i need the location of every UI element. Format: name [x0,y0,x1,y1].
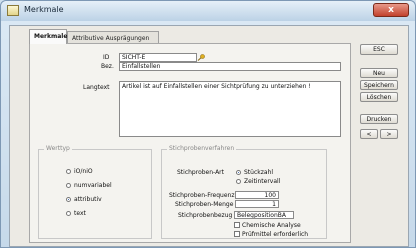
esc-button[interactable]: ESC [360,44,398,55]
option-text-label: text [74,210,86,217]
art-label: Stichproben-Art [177,169,225,176]
check-pruefmittel[interactable] [234,231,240,237]
radio-numvariabel[interactable] [66,183,71,188]
save-button[interactable]: Speichern [360,80,398,90]
werttyp-title: Werttyp [44,145,72,152]
stichprobe-title: Stichprobenverfahren [167,145,237,152]
print-button[interactable]: Drucken [360,114,398,124]
window-title: Merkmale [24,5,64,14]
frequenz-label: Stichproben-Frequenz [169,192,235,199]
option-attributiv-label: attributiv [74,196,102,203]
bez-label: Bez. [101,63,114,70]
langtext-field[interactable]: Artikel ist auf Einfallstellen einer Sic… [119,81,341,137]
option-stueckzahl-label: Stückzahl [244,169,274,176]
delete-button[interactable]: Löschen [360,92,398,102]
id-field[interactable]: SICHT-E [119,53,197,62]
new-button[interactable]: Neu [360,68,398,78]
option-io-nio-label: iO/niO [74,168,93,175]
menge-label: Stichproben-Menge [175,201,234,208]
werttyp-group [38,149,152,239]
option-zeitintervall-label: Zeitintervall [244,178,281,185]
check-chemische-analyse-label: Chemische Analyse [242,222,301,229]
key-icon[interactable] [197,54,205,61]
bezug-field[interactable]: BelegpositionBA [234,211,294,219]
radio-zeitintervall[interactable] [236,179,241,184]
radio-attributiv[interactable] [66,197,71,202]
bezug-label: Stichprobenbezug [178,212,233,219]
bez-field[interactable]: Einfallstellen [119,62,341,71]
close-button[interactable]: x [373,3,409,17]
langtext-label: Langtext [83,84,110,91]
option-numvariabel-label: numvariabel [74,182,112,189]
previous-button[interactable]: < [360,129,378,139]
radio-io-nio[interactable] [66,169,71,174]
frequenz-field[interactable]: 100 [235,191,279,199]
radio-stueckzahl[interactable] [236,170,241,175]
tab-panel: ID SICHT-E Bez. Einfallstellen Langtext … [29,43,351,243]
menge-field[interactable]: 1 [235,200,279,208]
tab-merkmale[interactable]: Merkmale [29,29,67,44]
check-pruefmittel-label: Prüfmittel erforderlich [242,231,309,238]
window-icon [7,5,19,16]
id-label: ID [103,54,110,61]
radio-text[interactable] [66,211,71,216]
title-bar: Merkmale x [1,1,415,21]
window: Merkmale x Merkmale Attributive Ausprägu… [0,0,416,248]
next-button[interactable]: > [380,129,398,139]
check-chemische-analyse[interactable] [234,222,240,228]
